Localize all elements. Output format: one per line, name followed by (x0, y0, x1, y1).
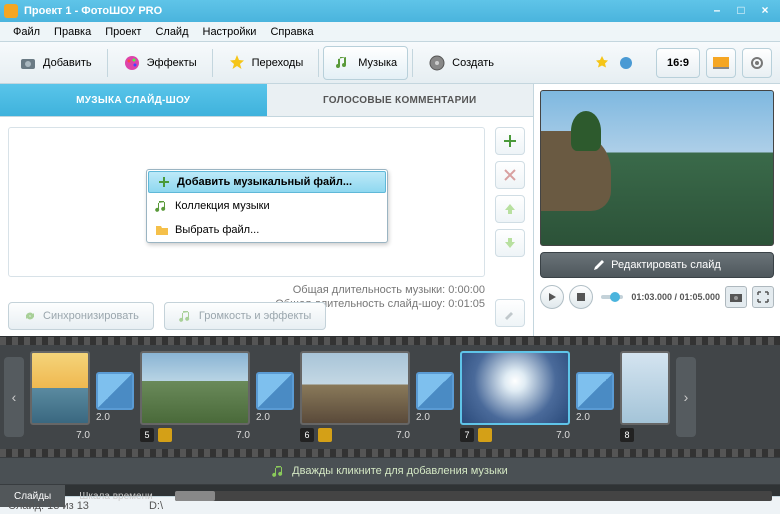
remove-music-button[interactable] (495, 161, 525, 189)
edit-icon (158, 428, 172, 442)
music-button[interactable]: Музыка (323, 46, 408, 80)
menu-slide[interactable]: Слайд (148, 26, 195, 38)
add-music-dropdown: Добавить музыкальный файл... Коллекция м… (146, 169, 388, 243)
edit-slide-button[interactable]: Редактировать слайд (540, 252, 774, 278)
dropdown-add-file[interactable]: Добавить музыкальный файл... (148, 171, 386, 193)
play-icon (547, 292, 557, 302)
slide-item[interactable]: 67.0 (300, 351, 410, 443)
stop-button[interactable] (569, 285, 593, 309)
edit-icon (478, 428, 492, 442)
music-tools (495, 127, 525, 327)
scroll-left-button[interactable]: ‹ (4, 357, 24, 437)
volume-effects-button[interactable]: Громкость и эффекты (164, 302, 326, 330)
playback-controls: 01:03.000 / 01:05.000 (540, 284, 774, 310)
menu-help[interactable]: Справка (263, 26, 320, 38)
seek-bar[interactable] (601, 295, 623, 299)
aspect-ratio-button[interactable]: 16:9 (656, 48, 700, 78)
tab-slideshow-music[interactable]: МУЗЫКА СЛАЙД-ШОУ (0, 84, 267, 116)
display-button[interactable] (706, 48, 736, 78)
music-icon (334, 54, 352, 72)
minimize-button[interactable]: – (706, 3, 728, 19)
fullscreen-button[interactable] (752, 286, 774, 308)
play-button[interactable] (540, 285, 564, 309)
star-icon (228, 54, 246, 72)
disc-icon (428, 54, 446, 72)
music-icon (155, 199, 169, 213)
timecode: 01:03.000 / 01:05.000 (631, 292, 720, 302)
dropdown-collection[interactable]: Коллекция музыки (147, 194, 387, 218)
menu-file[interactable]: Файл (6, 26, 47, 38)
transitions-button[interactable]: Переходы (217, 46, 315, 80)
window-title: Проект 1 - ФотоШОУ PRO (24, 5, 162, 17)
slide-count: Слайд: 13 из 13 (8, 500, 89, 512)
dropdown-choose-file[interactable]: Выбрать файл... (147, 218, 387, 242)
file-path: D:\ (149, 500, 163, 512)
snapshot-button[interactable] (725, 286, 747, 308)
scroll-right-button[interactable]: › (676, 357, 696, 437)
move-up-button[interactable] (495, 195, 525, 223)
music-icon (179, 309, 193, 323)
sync-button[interactable]: Синхронизировать (8, 302, 154, 330)
slide-item[interactable]: 7.0 (30, 351, 90, 443)
music-track[interactable]: Дважды кликните для добавления музыки (0, 457, 780, 485)
move-down-button[interactable] (495, 229, 525, 257)
menubar: Файл Правка Проект Слайд Настройки Справ… (0, 22, 780, 42)
arrow-down-icon (503, 236, 517, 250)
sync-icon (23, 309, 37, 323)
maximize-button[interactable]: □ (730, 3, 752, 19)
music-area: Добавить музыкальный файл... Коллекция м… (0, 116, 533, 336)
gear-icon (749, 55, 765, 71)
x-icon (503, 168, 517, 182)
timeline-scrollbar[interactable] (175, 491, 772, 501)
monitor-icon (713, 57, 729, 69)
menu-project[interactable]: Проект (98, 26, 148, 38)
camera-icon (19, 54, 37, 72)
folder-icon (155, 223, 169, 237)
add-button[interactable]: Добавить (8, 46, 103, 80)
plus-icon (157, 175, 171, 189)
transition-item[interactable]: 2.0 (576, 372, 614, 423)
plus-icon (502, 133, 518, 149)
menu-settings[interactable]: Настройки (196, 26, 264, 38)
toolbar: Добавить Эффекты Переходы Музыка Создать… (0, 42, 780, 84)
slide-item[interactable]: 77.0 (460, 351, 570, 443)
menu-edit[interactable]: Правка (47, 26, 98, 38)
brush-button[interactable] (495, 299, 525, 327)
music-icon (272, 464, 286, 478)
close-button[interactable]: × (754, 3, 776, 19)
music-subtabs: МУЗЫКА СЛАЙД-ШОУ ГОЛОСОВЫЕ КОММЕНТАРИИ (0, 84, 533, 116)
transition-item[interactable]: 2.0 (256, 372, 294, 423)
palette-icon (123, 54, 141, 72)
add-music-button[interactable] (495, 127, 525, 155)
timeline: ‹ 7.0 2.0 57.0 2.0 67.0 2.0 77.0 2.0 8 ›… (0, 336, 780, 496)
arrow-up-icon (503, 202, 517, 216)
transition-item[interactable]: 2.0 (416, 372, 454, 423)
slide-item[interactable]: 8 (620, 351, 670, 443)
slides-strip: ‹ 7.0 2.0 57.0 2.0 67.0 2.0 77.0 2.0 8 › (0, 345, 780, 449)
stop-icon (577, 293, 585, 301)
app-icon (4, 4, 18, 18)
pencil-icon (593, 259, 605, 271)
preview-panel (540, 90, 774, 246)
brush-icon (503, 306, 517, 320)
fullscreen-icon (757, 291, 769, 303)
camera-icon (730, 292, 742, 302)
globe-icon[interactable] (618, 55, 634, 71)
favorite-star-icon[interactable] (594, 55, 610, 71)
transition-item[interactable]: 2.0 (96, 372, 134, 423)
create-button[interactable]: Создать (417, 46, 505, 80)
effects-button[interactable]: Эффекты (112, 46, 208, 80)
titlebar: Проект 1 - ФотоШОУ PRO – □ × (0, 0, 780, 22)
edit-icon (318, 428, 332, 442)
settings-button[interactable] (742, 48, 772, 78)
tab-voice-comments[interactable]: ГОЛОСОВЫЕ КОММЕНТАРИИ (267, 84, 534, 116)
slide-item[interactable]: 57.0 (140, 351, 250, 443)
